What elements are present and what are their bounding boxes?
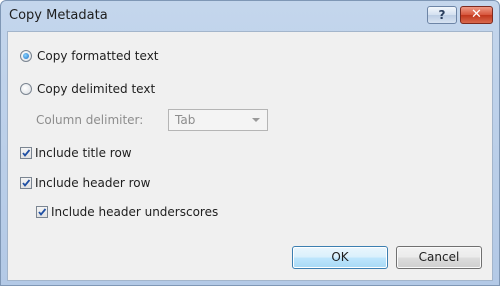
title-bar[interactable]: Copy Metadata ? ✕: [1, 1, 499, 31]
copy-formatted-radio[interactable]: [20, 50, 32, 62]
include-header-row-label: Include header row: [35, 176, 151, 190]
close-button[interactable]: ✕: [460, 6, 493, 24]
checkmark-icon: [22, 149, 31, 157]
column-delimiter-row: Column delimiter:: [36, 113, 143, 127]
include-title-row-checkbox[interactable]: [20, 147, 32, 159]
checkmark-icon: [22, 179, 31, 187]
include-header-underscores-checkbox[interactable]: [36, 206, 48, 218]
ok-button[interactable]: OK: [292, 246, 388, 269]
checkmark-icon: [38, 208, 47, 216]
include-header-underscores-label: Include header underscores: [51, 205, 219, 219]
copy-delimited-option[interactable]: Copy delimited text: [20, 82, 155, 96]
include-title-row-option[interactable]: Include title row: [20, 146, 132, 160]
dialog-window: Copy Metadata ? ✕ Copy formatted text Co…: [0, 0, 500, 286]
include-title-row-label: Include title row: [35, 146, 132, 160]
dialog-body: Copy formatted text Copy delimited text …: [7, 31, 493, 281]
copy-delimited-radio[interactable]: [20, 83, 32, 95]
column-delimiter-label: Column delimiter:: [36, 113, 144, 127]
dialog-title: Copy Metadata: [9, 8, 108, 23]
include-header-row-option[interactable]: Include header row: [20, 176, 150, 190]
include-header-underscores-option[interactable]: Include header underscores: [36, 205, 218, 219]
copy-formatted-label: Copy formatted text: [37, 49, 159, 63]
column-delimiter-select[interactable]: Tab: [168, 109, 268, 131]
copy-delimited-label: Copy delimited text: [37, 82, 156, 96]
chevron-down-icon: [252, 118, 260, 122]
include-header-row-checkbox[interactable]: [20, 177, 32, 189]
cancel-button[interactable]: Cancel: [396, 246, 482, 269]
column-delimiter-value: Tab: [175, 113, 196, 127]
help-button[interactable]: ?: [427, 6, 457, 24]
copy-formatted-option[interactable]: Copy formatted text: [20, 49, 159, 63]
